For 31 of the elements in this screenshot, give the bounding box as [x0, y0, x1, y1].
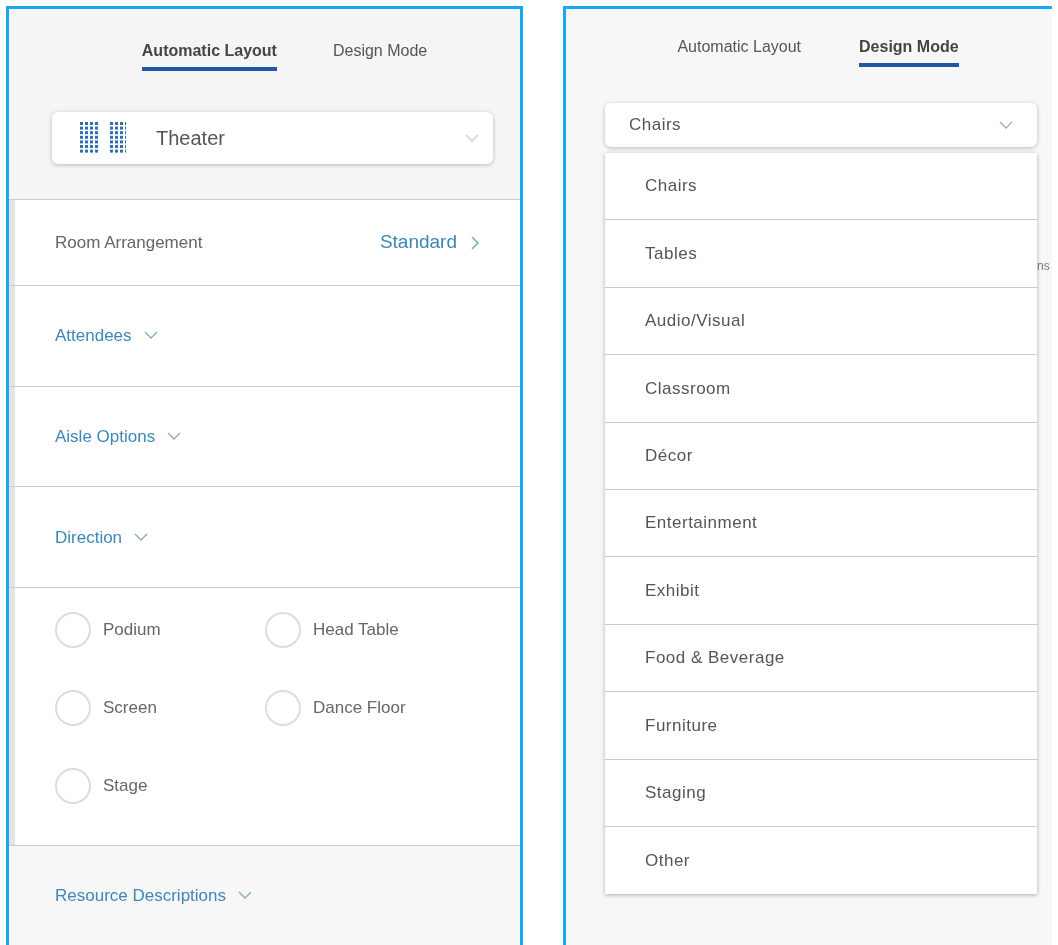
- dropdown-option[interactable]: Food & Beverage: [605, 624, 1037, 693]
- radio-option[interactable]: Stage: [55, 768, 265, 805]
- section-header[interactable]: Direction: [55, 524, 149, 550]
- radio-option[interactable]: Head Table: [265, 612, 475, 649]
- dropdown-option[interactable]: Other: [605, 826, 1037, 895]
- tab[interactable]: Automatic Layout: [141, 39, 277, 71]
- section-header[interactable]: Attendees: [55, 323, 158, 349]
- radio-option[interactable]: Dance Floor: [265, 690, 475, 727]
- tab[interactable]: Design Mode: [859, 35, 959, 67]
- tab[interactable]: Design Mode: [332, 39, 428, 71]
- dropdown-option[interactable]: Entertainment: [605, 489, 1037, 558]
- room-arrangement-link[interactable]: Standard: [379, 228, 480, 257]
- dropdown-option[interactable]: Audio/Visual: [605, 287, 1037, 356]
- tab[interactable]: Automatic Layout: [677, 35, 802, 67]
- category-dropdown[interactable]: Chairs: [605, 103, 1037, 147]
- dropdown-option[interactable]: Classroom: [605, 355, 1037, 423]
- section-header[interactable]: Aisle Options: [55, 423, 182, 450]
- radio-option[interactable]: Podium: [55, 612, 265, 649]
- dropdown-option[interactable]: Furniture: [605, 692, 1037, 760]
- dropdown-value: Chairs: [629, 114, 683, 137]
- radio-option[interactable]: Screen: [55, 690, 265, 727]
- room-arrangement-label: Room Arrangement: [55, 232, 204, 254]
- dropdown-option[interactable]: Décor: [605, 422, 1037, 490]
- dropdown-option[interactable]: Exhibit: [605, 557, 1037, 625]
- dropdown-value: Theater: [156, 126, 226, 151]
- dropdown-option[interactable]: Staging: [605, 759, 1037, 827]
- layout-dropdown[interactable]: Theater: [52, 112, 493, 164]
- partial-text: ns: [1037, 258, 1050, 275]
- section-header[interactable]: Resource Descriptions: [55, 882, 252, 909]
- dropdown-option[interactable]: Chairs: [605, 153, 1037, 221]
- dropdown-option[interactable]: Tables: [605, 220, 1037, 288]
